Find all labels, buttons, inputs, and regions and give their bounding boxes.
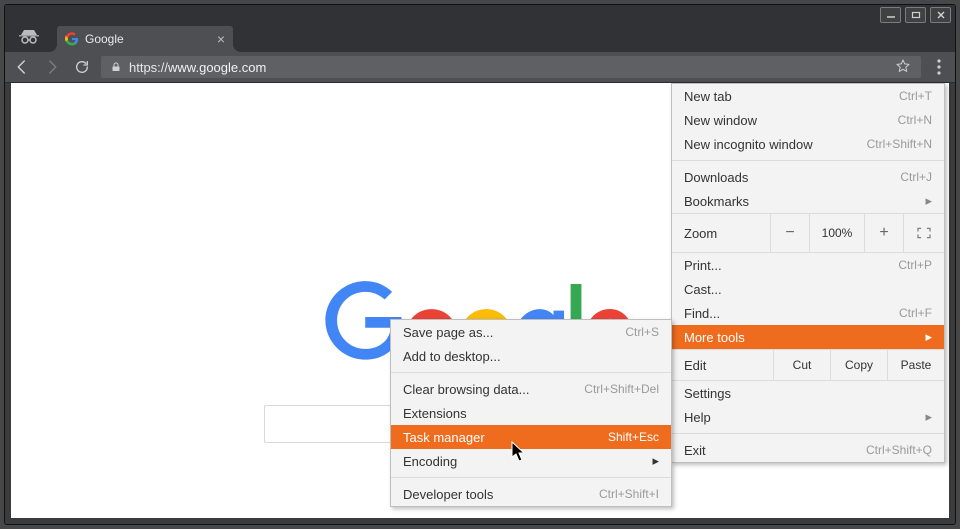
submenu-extensions[interactable]: Extensions [391,401,671,425]
bookmark-star-icon[interactable] [895,58,913,76]
incognito-icon [17,28,41,46]
menu-button[interactable] [929,56,949,78]
menu-zoom-row: Zoom − 100% + [672,213,944,253]
menu-print[interactable]: Print...Ctrl+P [672,253,944,277]
submenu-separator [391,372,671,373]
submenu-clear-browsing-data[interactable]: Clear browsing data...Ctrl+Shift+Del [391,377,671,401]
google-favicon-icon [65,32,79,46]
menu-downloads[interactable]: DownloadsCtrl+J [672,165,944,189]
menu-new-incognito[interactable]: New incognito windowCtrl+Shift+N [672,132,944,156]
toolbar: https://www.google.com [5,52,955,83]
submenu-developer-tools[interactable]: Developer toolsCtrl+Shift+I [391,482,671,506]
edit-cut-button[interactable]: Cut [773,350,830,380]
menu-find[interactable]: Find...Ctrl+F [672,301,944,325]
menu-cast[interactable]: Cast... [672,277,944,301]
zoom-in-button[interactable]: + [864,214,903,252]
menu-separator [672,160,944,161]
fullscreen-button[interactable] [903,214,944,252]
menu-settings[interactable]: Settings [672,381,944,405]
address-bar[interactable]: https://www.google.com [101,56,921,78]
chevron-right-icon: ▸ [925,193,932,209]
edit-copy-button[interactable]: Copy [830,350,887,380]
submenu-encoding[interactable]: Encoding▸ [391,449,671,473]
tab-title: Google [85,32,217,46]
menu-edit-row: Edit Cut Copy Paste [672,349,944,381]
zoom-out-button[interactable]: − [770,214,809,252]
tab-strip: Google × [5,24,955,52]
menu-new-window[interactable]: New windowCtrl+N [672,108,944,132]
url-text: https://www.google.com [129,60,895,75]
menu-more-tools[interactable]: More tools▸ [672,325,944,349]
edit-paste-button[interactable]: Paste [887,350,944,380]
close-window-button[interactable] [930,7,951,23]
menu-help[interactable]: Help▸ [672,405,944,429]
reload-button[interactable] [71,56,93,78]
chevron-right-icon: ▸ [925,409,932,425]
chevron-right-icon: ▸ [925,329,932,345]
maximize-button[interactable] [905,7,926,23]
more-tools-submenu: Save page as...Ctrl+S Add to desktop... … [390,319,672,507]
edit-label: Edit [672,350,773,380]
submenu-add-to-desktop[interactable]: Add to desktop... [391,344,671,368]
close-tab-icon[interactable]: × [217,32,225,46]
submenu-separator [391,477,671,478]
chevron-right-icon: ▸ [652,453,659,469]
menu-separator [672,433,944,434]
menu-bookmarks[interactable]: Bookmarks▸ [672,189,944,213]
submenu-task-manager[interactable]: Task managerShift+Esc [391,425,671,449]
menu-exit[interactable]: ExitCtrl+Shift+Q [672,438,944,462]
browser-window: Google × https://www.google.com New tabC… [4,4,956,525]
chrome-menu: New tabCtrl+T New windowCtrl+N New incog… [671,83,945,463]
zoom-label: Zoom [672,214,770,252]
menu-new-tab[interactable]: New tabCtrl+T [672,84,944,108]
titlebar [5,5,955,24]
zoom-value: 100% [809,214,864,252]
back-button[interactable] [11,56,33,78]
forward-button[interactable] [41,56,63,78]
submenu-save-page-as[interactable]: Save page as...Ctrl+S [391,320,671,344]
minimize-button[interactable] [880,7,901,23]
tab-active[interactable]: Google × [57,26,233,52]
window-controls [880,7,951,23]
lock-icon [109,60,123,74]
status-bar [5,518,955,524]
